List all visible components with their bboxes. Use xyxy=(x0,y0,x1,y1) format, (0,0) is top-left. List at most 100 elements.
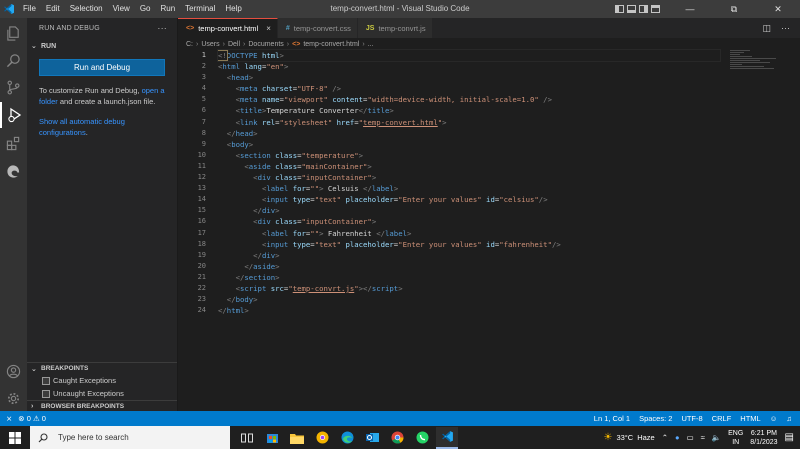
remote-indicator-icon[interactable]: ⨯ xyxy=(6,414,12,423)
weather-widget[interactable]: ☀ 33°C Haze xyxy=(603,432,654,443)
encoding[interactable]: UTF-8 xyxy=(681,414,702,423)
more-actions-icon[interactable]: ··· xyxy=(157,23,167,33)
code-line[interactable]: <label for=""> Celsuis </label> xyxy=(218,183,720,194)
search-icon[interactable] xyxy=(0,47,27,73)
customize-layout-icon[interactable] xyxy=(651,5,660,13)
wifi-icon[interactable]: ≈ xyxy=(701,433,705,442)
code-line[interactable]: <label for=""> Fahrenheit </label> xyxy=(218,228,720,239)
source-control-icon[interactable] xyxy=(0,74,27,100)
code-line[interactable]: </div> xyxy=(218,250,720,261)
language-indicator[interactable]: ENG IN xyxy=(728,429,743,447)
code-line[interactable]: <div class="inputContainer"> xyxy=(218,216,720,227)
breadcrumb-item[interactable]: Documents xyxy=(248,41,283,48)
code-line[interactable]: <script src="temp-convrt.js"></script> xyxy=(218,283,720,294)
clock[interactable]: 6:21 PM 8/1/2023 xyxy=(750,429,777,447)
code-line[interactable]: <section class="temperature"> xyxy=(218,150,720,161)
code-line[interactable]: <!DOCTYPE html> xyxy=(217,48,721,63)
restore-icon[interactable]: ⧉ xyxy=(712,0,756,18)
edge-devtools-icon[interactable] xyxy=(0,158,27,184)
taskbar-search-box[interactable]: Type here to search xyxy=(30,426,230,449)
code-line[interactable]: </html> xyxy=(218,305,720,316)
file-explorer-icon[interactable] xyxy=(286,427,308,449)
cursor-position[interactable]: Ln 1, Col 1 xyxy=(594,414,630,423)
show-debug-configurations-link[interactable]: Show all automatic debug configurations xyxy=(39,117,125,137)
menu-selection[interactable]: Selection xyxy=(65,0,108,18)
breakpoints-header[interactable]: ⌄ BREAKPOINTS xyxy=(27,362,177,374)
extensions-icon[interactable] xyxy=(0,130,27,156)
microsoft-store-icon[interactable] xyxy=(261,427,283,449)
whatsapp-icon[interactable] xyxy=(411,427,433,449)
notifications-bell-icon[interactable]: ♫ xyxy=(786,414,792,423)
menu-file[interactable]: File xyxy=(18,0,41,18)
toggle-secondary-sidebar-icon[interactable] xyxy=(639,5,648,13)
breadcrumb-item[interactable]: C: xyxy=(186,41,193,48)
minimap[interactable] xyxy=(730,50,786,78)
task-view-icon[interactable] xyxy=(236,427,258,449)
code-line[interactable]: <meta name="viewport" content="width=dev… xyxy=(218,94,720,105)
code-line[interactable]: <div class="inputContainer"> xyxy=(218,172,720,183)
menu-go[interactable]: Go xyxy=(135,0,156,18)
breadcrumb-item[interactable]: ... xyxy=(368,41,374,48)
menu-run[interactable]: Run xyxy=(155,0,180,18)
breadcrumb-item[interactable]: Dell xyxy=(228,41,240,48)
end-of-line[interactable]: CRLF xyxy=(712,414,732,423)
volume-icon[interactable]: 🔈 xyxy=(712,433,721,442)
breakpoint-item[interactable]: Caught Exceptions xyxy=(27,374,177,387)
split-editor-icon[interactable]: ◫ xyxy=(762,23,771,34)
language-mode[interactable]: HTML xyxy=(740,414,760,423)
vscode-taskbar-icon[interactable] xyxy=(436,426,458,449)
code-line[interactable]: <link rel="stylesheet" href="temp-conver… xyxy=(218,117,720,128)
notifications-icon[interactable]: ▤ xyxy=(785,432,794,443)
uncaught-exceptions-checkbox[interactable] xyxy=(42,389,50,398)
code-line[interactable]: </aside> xyxy=(218,261,720,272)
tab-temp-convert-html[interactable]: <> temp-convert.html × xyxy=(178,18,278,38)
close-window-icon[interactable]: ✕ xyxy=(756,0,800,18)
tab-temp-convert-css[interactable]: # temp-convert.css xyxy=(277,18,358,38)
explorer-icon[interactable] xyxy=(0,20,27,46)
toggle-primary-sidebar-icon[interactable] xyxy=(615,5,624,13)
run-debug-icon[interactable] xyxy=(0,102,27,128)
code-line[interactable]: </div> xyxy=(218,205,720,216)
run-and-debug-button[interactable]: Run and Debug xyxy=(39,59,165,76)
code-line[interactable]: <input type="text" placeholder="Enter yo… xyxy=(218,239,720,250)
battery-icon[interactable]: ▭ xyxy=(687,433,694,442)
code-line[interactable]: <html lang="en"> xyxy=(218,61,720,72)
breakpoint-item[interactable]: Uncaught Exceptions xyxy=(27,387,177,400)
more-actions-icon[interactable]: ··· xyxy=(781,23,790,33)
settings-gear-icon[interactable] xyxy=(0,385,27,411)
menu-terminal[interactable]: Terminal xyxy=(180,0,220,18)
code-line[interactable]: <meta charset="UTF-8" /> xyxy=(218,83,720,94)
code-line[interactable]: </head> xyxy=(218,128,720,139)
problems-indicator[interactable]: ⊗ 0 ⚠ 0 xyxy=(18,414,46,423)
menu-help[interactable]: Help xyxy=(220,0,246,18)
edge-icon[interactable] xyxy=(336,427,358,449)
windows-start-icon[interactable] xyxy=(0,426,30,449)
menu-view[interactable]: View xyxy=(108,0,135,18)
code-line[interactable]: </section> xyxy=(218,272,720,283)
caught-exceptions-checkbox[interactable] xyxy=(42,376,50,385)
tab-temp-convrt-js[interactable]: JS temp-convrt.js xyxy=(357,18,433,38)
chrome-canary-icon[interactable] xyxy=(311,427,333,449)
breadcrumb-item[interactable]: temp-convert.html xyxy=(303,41,359,48)
feedback-icon[interactable]: ☺ xyxy=(770,414,778,423)
code-line[interactable]: <input type="text" placeholder="Enter yo… xyxy=(218,194,720,205)
code-line[interactable]: <aside class="mainContainer"> xyxy=(218,161,720,172)
menu-edit[interactable]: Edit xyxy=(41,0,65,18)
code-line[interactable]: <head> xyxy=(218,72,720,83)
toggle-panel-icon[interactable] xyxy=(627,5,636,13)
accounts-icon[interactable] xyxy=(0,358,27,384)
code-line[interactable]: <body> xyxy=(218,139,720,150)
code-lines[interactable]: <!DOCTYPE html> <html lang="en"> <head> <… xyxy=(217,48,721,316)
run-section-header[interactable]: ⌄ RUN xyxy=(27,38,177,54)
breadcrumb-item[interactable]: Users xyxy=(201,41,219,48)
code-line[interactable]: <title>Temperature Converter</title> xyxy=(218,105,720,116)
close-tab-icon[interactable]: × xyxy=(266,24,271,33)
code-editor[interactable]: 1 2 3 4 5 6 7 8 9 10 11 12 13 14 15 16 17 18 19 20 21 22 23 24 … xyxy=(178,48,800,411)
minimize-icon[interactable]: — xyxy=(668,0,712,18)
indentation[interactable]: Spaces: 2 xyxy=(639,414,672,423)
bluetooth-icon[interactable]: ● xyxy=(675,433,680,442)
outlook-icon[interactable] xyxy=(361,427,383,449)
browser-breakpoints-header[interactable]: › BROWSER BREAKPOINTS xyxy=(27,400,177,411)
chevron-up-icon[interactable]: ⌃ xyxy=(662,433,668,442)
code-line[interactable]: </body> xyxy=(218,294,720,305)
